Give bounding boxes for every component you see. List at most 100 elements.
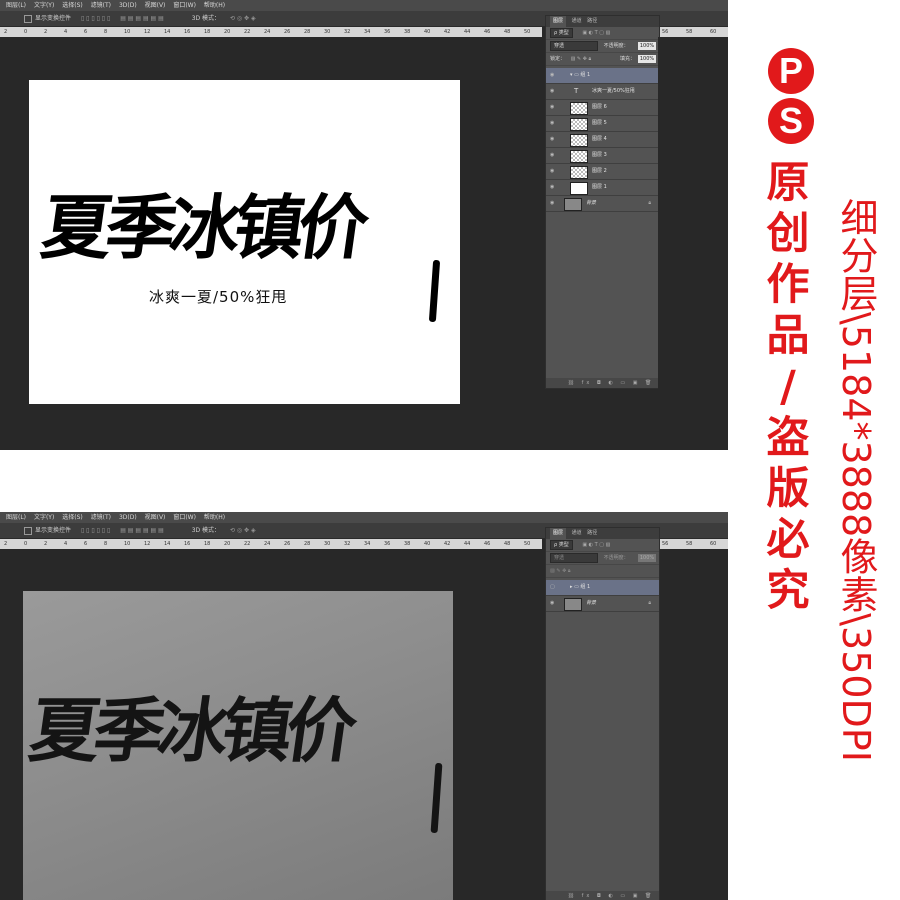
menu-bar: 图层(L) 文字(Y) 选择(S) 滤镜(T) 3D(D) 视图(V) 窗口(W… — [0, 512, 728, 523]
ruler-tick: 22 — [244, 541, 251, 547]
show-transform-checkbox[interactable] — [24, 14, 32, 23]
visibility-eye-icon[interactable]: ◉ — [550, 84, 556, 99]
visibility-eye-icon[interactable]: ◉ — [550, 596, 556, 611]
layer-row[interactable]: ◉ 图层 2 — [546, 164, 659, 180]
ruler-tick: 2 — [4, 541, 8, 547]
menu-type[interactable]: 文字(Y) — [34, 0, 54, 11]
layer-row-background[interactable]: ◉ 背景 🔒︎ — [546, 596, 659, 612]
menu-3d[interactable]: 3D(D) — [119, 512, 137, 523]
tab-paths[interactable]: 路径 — [587, 528, 597, 539]
ruler-tick: 50 — [524, 29, 531, 35]
distribute-icons[interactable]: ▤ ▤ ▤ ▤ ▤ ▤ — [120, 523, 164, 538]
ruler-tick: 36 — [384, 541, 391, 547]
lock-row: ▨ ✎ ✥ 🔒︎ — [546, 565, 659, 578]
align-icons[interactable]: ▯ ▯ ▯ ▯ ▯ ▯ — [81, 11, 110, 26]
notice-char: 必 — [766, 515, 810, 565]
layer-row-text[interactable]: ◉ T 冰爽一夏/50%狂甩 — [546, 84, 659, 100]
menu-filter[interactable]: 滤镜(T) — [91, 512, 111, 523]
ruler-tick: 58 — [686, 29, 693, 35]
layer-filter-select[interactable]: ρ 类型 — [550, 539, 573, 550]
ruler-tick: 18 — [204, 541, 211, 547]
visibility-eye-icon[interactable]: ◉ — [550, 100, 556, 115]
layer-row[interactable]: ◉ 图层 3 — [546, 148, 659, 164]
ruler-tick: 20 — [224, 29, 231, 35]
layer-name: 冰爽一夏/50%狂甩 — [592, 88, 635, 94]
menu-layer[interactable]: 图层(L) — [6, 512, 26, 523]
menu-window[interactable]: 窗口(W) — [173, 512, 196, 523]
visibility-eye-icon[interactable]: ◉ — [550, 148, 556, 163]
ruler-right: 56 58 60 — [658, 27, 728, 37]
document-canvas-photo[interactable]: 夏季冰镇价 — [23, 591, 453, 900]
document-canvas[interactable]: 夏季冰镇价 冰爽一夏/50%狂甩 — [29, 80, 460, 404]
menu-view[interactable]: 视图(V) — [145, 512, 166, 523]
photoshop-window-top: 图层(L) 文字(Y) 选择(S) 滤镜(T) 3D(D) 视图(V) 窗口(W… — [0, 0, 728, 450]
layer-name: 图层 5 — [592, 120, 607, 126]
ruler-tick: 6 — [84, 541, 88, 547]
layer-filter-select[interactable]: ρ 类型 — [550, 27, 573, 38]
3d-tool-icons[interactable]: ⟲ ◎ ✥ ◈ — [230, 11, 256, 26]
opacity-input[interactable]: 100% — [638, 42, 656, 50]
lock-icons[interactable]: ▨ ✎ ✥ 🔒︎ — [571, 56, 592, 62]
visibility-eye-icon[interactable]: ◉ — [550, 164, 556, 179]
filter-icons[interactable]: ▣ ◐ T ▢ ▧ — [582, 30, 610, 36]
menu-view[interactable]: 视图(V) — [145, 0, 166, 11]
blend-mode-select[interactable]: 穿透 — [550, 40, 598, 51]
ruler-tick: 38 — [404, 541, 411, 547]
ruler-tick: 28 — [304, 541, 311, 547]
menu-window[interactable]: 窗口(W) — [173, 0, 196, 11]
panel-footer-icons[interactable]: ⛓ fx ◘ ◐ ▭ ▣ 🗑︎ — [546, 378, 659, 388]
layer-thumbnail — [570, 182, 588, 195]
lock-icons[interactable]: ▨ ✎ ✥ 🔒︎ — [550, 568, 571, 574]
tab-layers[interactable]: 图层 — [550, 528, 567, 539]
visibility-eye-icon[interactable]: ◉ — [550, 68, 556, 83]
blend-mode-select[interactable]: 穿透 — [550, 552, 598, 563]
blend-row: 穿透 不透明度： 100% — [546, 40, 659, 53]
align-icons[interactable]: ▯ ▯ ▯ ▯ ▯ ▯ — [81, 523, 110, 538]
calligraphy-title: 夏季冰镇价 — [36, 186, 369, 269]
layer-row-group[interactable]: ◉ ▾ ▭ 组 1 — [546, 68, 659, 84]
tab-layers[interactable]: 图层 — [550, 16, 567, 27]
tab-channels[interactable]: 通道 — [572, 528, 582, 539]
visibility-eye-icon[interactable]: ◉ — [550, 132, 556, 147]
menu-help[interactable]: 帮助(H) — [204, 0, 225, 11]
layer-row[interactable]: ◉ 图层 1 — [546, 180, 659, 196]
fill-input[interactable]: 100% — [638, 55, 656, 63]
menu-filter[interactable]: 滤镜(T) — [91, 0, 111, 11]
visibility-eye-icon[interactable]: ◉ — [550, 180, 556, 195]
ruler-tick: 40 — [424, 541, 431, 547]
layer-name: ▾ ▭ 组 1 — [570, 72, 591, 78]
layer-row[interactable]: ◉ 图层 5 — [546, 116, 659, 132]
menu-3d[interactable]: 3D(D) — [119, 0, 137, 11]
layer-row[interactable]: ◉ 图层 6 — [546, 100, 659, 116]
opacity-input[interactable]: 100% — [638, 554, 656, 562]
layer-name: 图层 3 — [592, 152, 607, 158]
visibility-eye-icon[interactable]: ◉ — [550, 116, 556, 131]
filter-icons[interactable]: ▣ ◐ T ▢ ▧ — [582, 542, 610, 548]
show-transform-checkbox[interactable] — [24, 526, 32, 535]
3d-tool-icons[interactable]: ⟲ ◎ ✥ ◈ — [230, 523, 256, 538]
ruler-tick: 60 — [710, 541, 717, 547]
brand-strip: P S 原 创 作 品 / 盗 版 必 究 细分层\5184*3888像素\35… — [728, 0, 900, 900]
menu-layer[interactable]: 图层(L) — [6, 0, 26, 11]
lock-icon: 🔒︎ — [648, 600, 651, 606]
ruler-tick: 16 — [184, 541, 191, 547]
menu-help[interactable]: 帮助(H) — [204, 512, 225, 523]
ruler-tick: 48 — [504, 29, 511, 35]
tab-channels[interactable]: 通道 — [572, 16, 582, 27]
notice-char: 品 — [766, 311, 810, 361]
layer-row[interactable]: ◉ 图层 4 — [546, 132, 659, 148]
distribute-icons[interactable]: ▤ ▤ ▤ ▤ ▤ ▤ — [120, 11, 164, 26]
notice-char: 盗 — [766, 413, 810, 463]
menu-select[interactable]: 选择(S) — [62, 512, 83, 523]
tab-paths[interactable]: 路径 — [587, 16, 597, 27]
layer-row-group[interactable]: ▢ ▸ ▭ 组 1 — [546, 580, 659, 596]
ruler-tick: 18 — [204, 29, 211, 35]
visibility-eye-icon[interactable]: ◉ — [550, 196, 556, 211]
menu-select[interactable]: 选择(S) — [62, 0, 83, 11]
layer-row-background[interactable]: ◉ 背景 🔒︎ — [546, 196, 659, 212]
layer-thumbnail — [570, 166, 588, 179]
ruler-tick: 14 — [164, 541, 171, 547]
visibility-toggle[interactable]: ▢ — [550, 580, 556, 595]
menu-type[interactable]: 文字(Y) — [34, 512, 54, 523]
panel-footer-icons[interactable]: ⛓ fx ◘ ◐ ▭ ▣ 🗑︎ — [546, 891, 659, 900]
